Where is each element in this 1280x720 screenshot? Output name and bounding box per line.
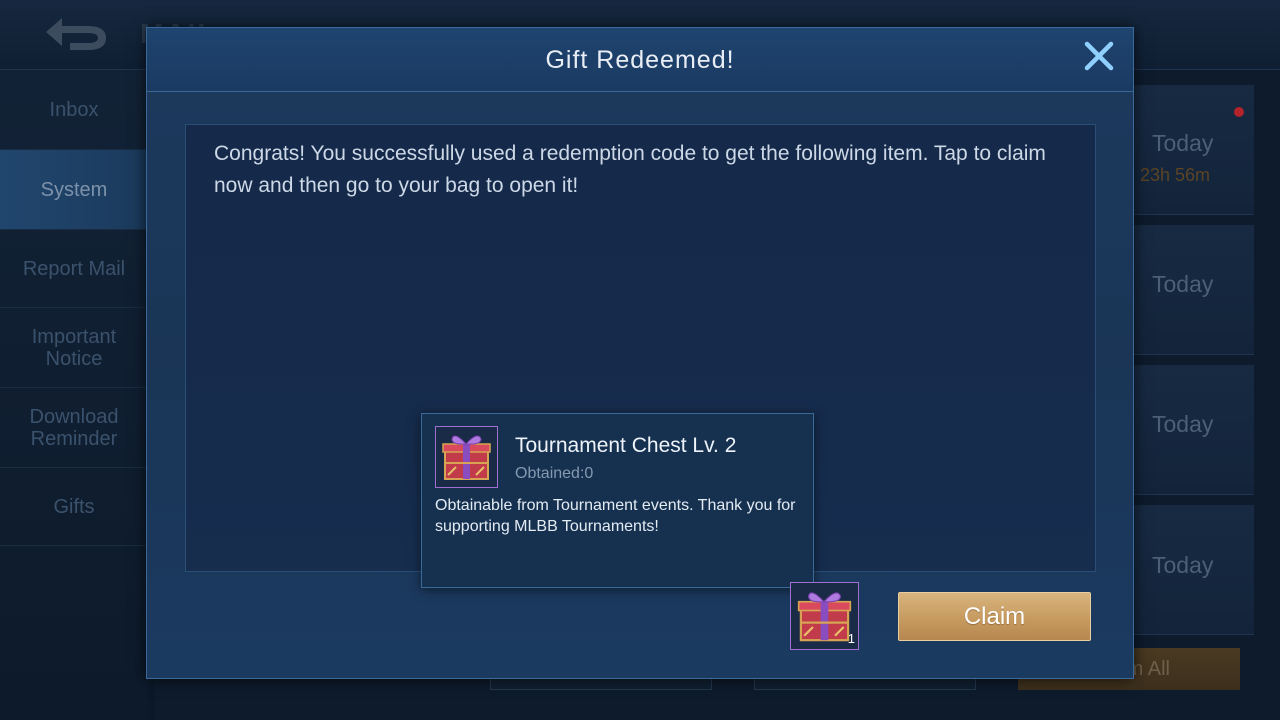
item-description: Obtainable from Tournament events. Thank… (435, 497, 796, 535)
side-nav-label: Report Mail (22, 257, 126, 280)
item-name: Tournament Chest Lv. 2 (515, 434, 737, 457)
back-button[interactable] (30, 8, 114, 56)
mail-date: Today (1152, 411, 1214, 437)
side-nav-label: System (40, 178, 108, 201)
dialog-title: Gift Redeemed! (545, 46, 735, 74)
back-arrow-icon (46, 18, 106, 50)
mail-expiry-timer: 23h 56m (1140, 165, 1211, 185)
side-nav-item-important-notice[interactable]: Important Notice (0, 308, 148, 388)
close-icon (1084, 41, 1114, 71)
reward-count: 1 (847, 631, 855, 646)
side-nav-item-gifts[interactable]: Gifts (0, 468, 148, 546)
side-nav-label: Gifts (53, 495, 95, 518)
side-nav: Inbox System Report Mail Important Notic… (0, 70, 148, 720)
side-nav-item-report-mail[interactable]: Report Mail (0, 230, 148, 308)
item-tooltip: Tournament Chest Lv. 2 Obtained:0 Obtain… (421, 413, 814, 588)
side-nav-label: Important Notice (31, 325, 117, 370)
claim-button[interactable]: Claim (898, 592, 1091, 641)
mail-date: Today (1152, 552, 1214, 578)
side-nav-label: Download Reminder (29, 405, 119, 450)
side-nav-label: Inbox (49, 98, 99, 121)
side-nav-item-system[interactable]: System (0, 150, 148, 230)
close-button[interactable] (1082, 39, 1116, 73)
reward-item-slot[interactable]: 1 (790, 582, 859, 650)
side-nav-item-download-reminder[interactable]: Download Reminder (0, 388, 148, 468)
item-obtained-count: Obtained:0 (515, 465, 594, 482)
side-nav-item-inbox[interactable]: Inbox (0, 70, 148, 150)
gift-chest-icon (442, 435, 491, 480)
notification-dot (1234, 107, 1244, 117)
item-icon-frame (435, 426, 498, 488)
dialog-message: Congrats! You successfully used a redemp… (214, 142, 1046, 197)
mail-date: Today (1152, 271, 1214, 297)
mail-date: Today (1152, 130, 1214, 156)
